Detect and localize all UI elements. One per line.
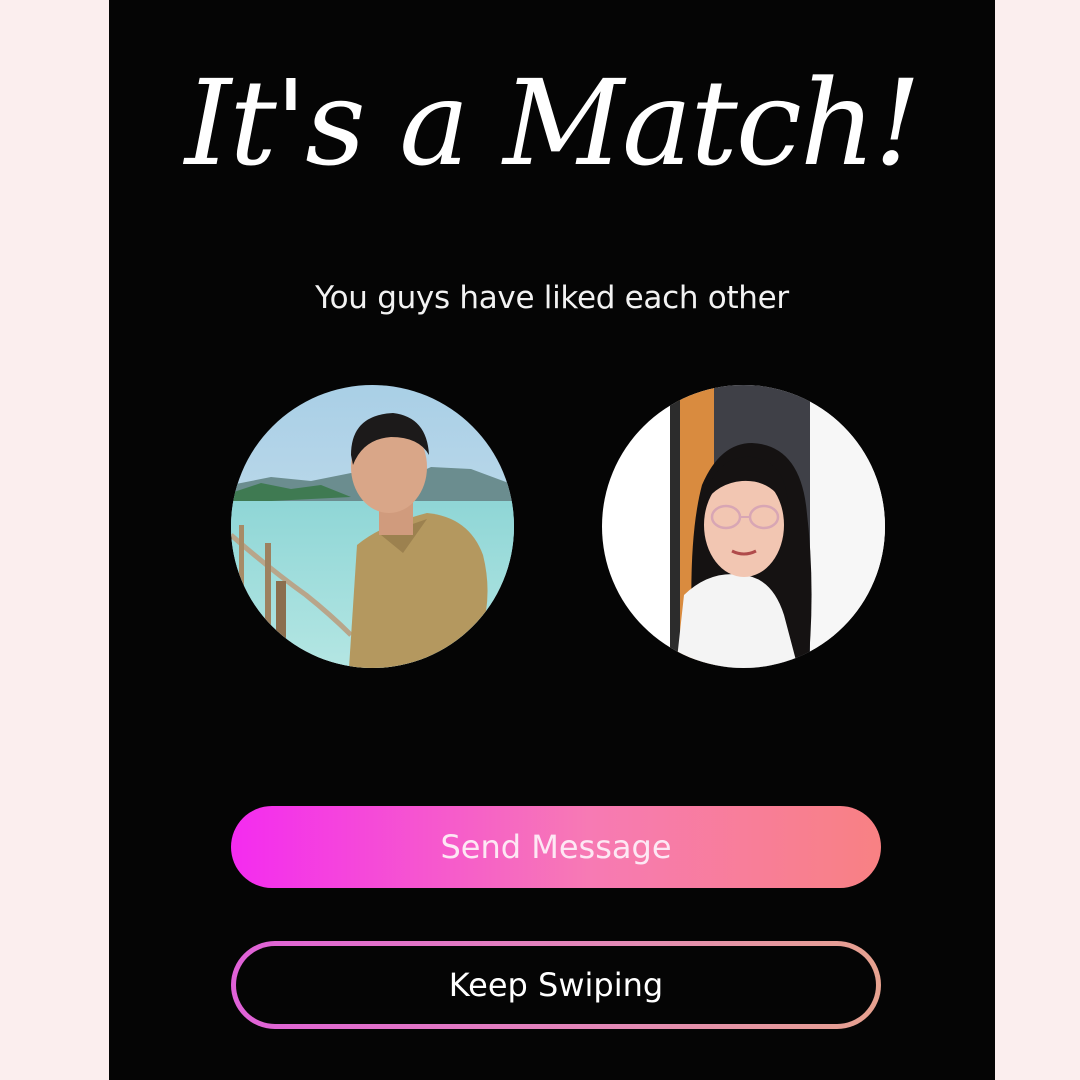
send-message-label: Send Message [440, 828, 672, 866]
match-subtitle: You guys have liked each other [315, 280, 789, 316]
man-photo-icon [231, 385, 514, 668]
send-message-button[interactable]: Send Message [231, 806, 881, 888]
left-profile-avatar [231, 385, 514, 668]
keep-swiping-label: Keep Swiping [448, 966, 664, 1004]
right-profile-avatar [602, 385, 885, 668]
keep-swiping-button[interactable]: Keep Swiping [231, 941, 881, 1029]
woman-photo-icon [602, 385, 885, 668]
match-screen: It's a Match! You guys have liked each o… [109, 0, 995, 1080]
match-title: It's a Match! [184, 54, 922, 192]
